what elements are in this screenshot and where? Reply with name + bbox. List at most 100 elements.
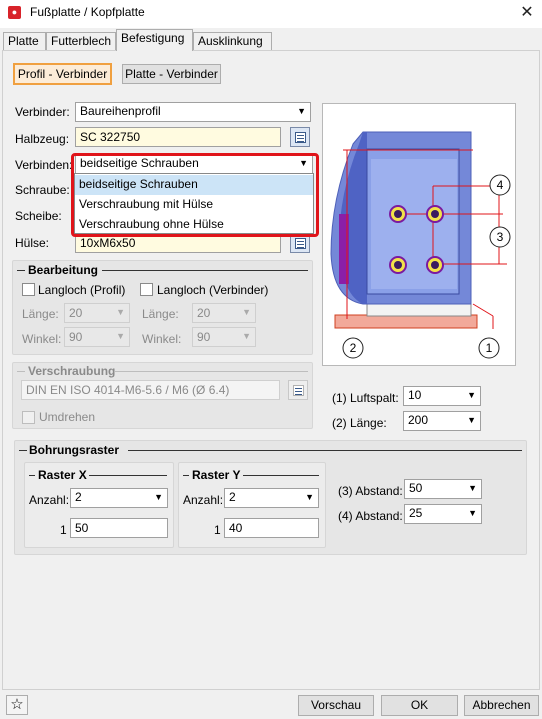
raster-y-anzahl-label: Anzahl:: [183, 493, 224, 507]
luftspalt-select[interactable]: 10 ▼: [403, 386, 481, 406]
bolt-hole-icon: [394, 210, 402, 218]
group-divider: [17, 270, 25, 271]
abstand4-select[interactable]: 25 ▼: [404, 504, 482, 524]
app-icon: ●: [8, 6, 21, 19]
huelse-field[interactable]: 10xM6x50: [75, 233, 281, 253]
bearbeitung-title: Bearbeitung: [28, 263, 99, 277]
chevron-down-icon: ▼: [116, 307, 125, 317]
verbinden-dropdown-list: beidseitige Schrauben Verschraubung mit …: [74, 173, 314, 234]
vorschau-button[interactable]: Vorschau: [298, 695, 374, 716]
raster-y-row-field[interactable]: 40: [224, 518, 319, 538]
chevron-down-icon: ▼: [242, 307, 251, 317]
window-title: Fußplatte / Kopfplatte: [30, 5, 145, 19]
abstand3-select[interactable]: 50 ▼: [404, 479, 482, 499]
base-plate: [334, 314, 478, 329]
raster-x-title: Raster X: [38, 468, 87, 482]
tab-ausklinkung[interactable]: Ausklinkung: [193, 32, 272, 50]
verbinden-select[interactable]: beidseitige Schrauben ▼: [75, 154, 313, 174]
bolt-hole-icon: [431, 210, 439, 218]
profil-verbinder-button[interactable]: Profil - Verbinder: [13, 63, 112, 85]
chevron-down-icon: ▼: [154, 492, 163, 502]
winkel-profil-select[interactable]: 90 ▼: [64, 327, 130, 347]
group-divider: [89, 475, 167, 476]
raster-x-row-index: 1: [60, 523, 67, 537]
tab-platte[interactable]: Platte: [3, 32, 46, 50]
laenge-profil-select[interactable]: 20 ▼: [64, 303, 130, 323]
catalog-icon[interactable]: [288, 380, 308, 400]
tab-futterblech[interactable]: Futterblech: [46, 32, 116, 50]
halbzeug-label: Halbzeug:: [15, 132, 70, 146]
dropdown-option[interactable]: Verschraubung mit Hülse: [75, 195, 313, 215]
abstand3-label: (3) Abstand:: [338, 484, 403, 498]
huelse-label: Hülse:: [15, 236, 50, 250]
winkel-profil-value: 90: [69, 330, 83, 344]
callout-3: 3: [497, 230, 504, 244]
dropdown-option[interactable]: Verschraubung ohne Hülse: [75, 215, 313, 235]
abstand4-value: 25: [409, 506, 423, 520]
favorite-star-icon[interactable]: ☆: [6, 695, 28, 715]
verbinden-label: Verbinden:: [15, 158, 73, 172]
laenge2-select[interactable]: 200 ▼: [403, 411, 481, 431]
chevron-down-icon: ▼: [467, 415, 476, 425]
laenge2-value: 200: [408, 413, 429, 427]
raster-y-title: Raster Y: [192, 468, 241, 482]
halbzeug-field[interactable]: SC 322750: [75, 127, 281, 147]
scheibe-label: Scheibe:: [15, 209, 62, 223]
close-icon[interactable]: ✕: [516, 1, 538, 25]
group-divider: [128, 450, 522, 451]
platte-verbinder-button[interactable]: Platte - Verbinder: [122, 64, 221, 84]
verbinder-select[interactable]: Baureihenprofil ▼: [75, 102, 311, 122]
group-divider: [183, 475, 189, 476]
umdrehen-label: Umdrehen: [39, 410, 96, 424]
verbinden-value: beidseitige Schrauben: [80, 156, 199, 170]
catalog-icon[interactable]: [290, 233, 310, 253]
winkel-verbinder-value: 90: [197, 330, 211, 344]
group-divider: [29, 475, 35, 476]
raster-x-anzahl-select[interactable]: 2 ▼: [70, 488, 168, 508]
laenge2-label: (2) Länge:: [332, 416, 387, 430]
langloch-verbinder-checkbox[interactable]: [140, 283, 153, 296]
chevron-down-icon: ▼: [468, 508, 477, 518]
catalog-icon[interactable]: [290, 127, 310, 147]
connector-face: [371, 159, 457, 289]
tab-befestigung[interactable]: Befestigung: [116, 29, 193, 51]
verschraubung-field[interactable]: DIN EN ISO 4014-M6-5.6 / M6 (Ø 6.4): [21, 380, 280, 400]
raster-x-anzahl-label: Anzahl:: [29, 493, 70, 507]
bolt-hole-icon: [431, 261, 439, 269]
schraube-label: Schraube:: [15, 183, 70, 197]
chevron-down-icon: ▼: [116, 331, 125, 341]
abbrechen-button[interactable]: Abbrechen: [464, 695, 539, 716]
chevron-down-icon: ▼: [299, 158, 308, 168]
raster-y-row-index: 1: [214, 523, 221, 537]
winkel-verbinder-select[interactable]: 90 ▼: [192, 327, 256, 347]
raster-y-anzahl-select[interactable]: 2 ▼: [224, 488, 319, 508]
verschraubung-title: Verschraubung: [28, 364, 116, 378]
preview-panel: 4 3 2 1: [322, 103, 516, 366]
chevron-down-icon: ▼: [305, 492, 314, 502]
langloch-profil-label: Langloch (Profil): [38, 283, 126, 297]
chevron-down-icon: ▼: [467, 390, 476, 400]
raster-x-row-field[interactable]: 50: [70, 518, 168, 538]
langloch-profil-checkbox[interactable]: [22, 283, 35, 296]
spacer-plate: [366, 303, 472, 317]
group-divider: [243, 475, 319, 476]
langloch-verbinder-label: Langloch (Verbinder): [157, 283, 269, 297]
ok-button[interactable]: OK: [381, 695, 458, 716]
laenge-verbinder-label: Länge:: [142, 307, 179, 321]
bohrungsraster-title: Bohrungsraster: [29, 443, 120, 457]
group-divider: [19, 450, 27, 451]
umdrehen-checkbox[interactable]: [22, 411, 35, 424]
luftspalt-label: (1) Luftspalt:: [332, 391, 399, 405]
chevron-down-icon: ▼: [468, 483, 477, 493]
chevron-down-icon: ▼: [242, 331, 251, 341]
callout-4: 4: [497, 178, 504, 192]
chevron-down-icon: ▼: [297, 106, 306, 116]
laenge-profil-label: Länge:: [22, 307, 59, 321]
dropdown-option[interactable]: beidseitige Schrauben: [75, 175, 313, 195]
abstand3-value: 50: [409, 481, 423, 495]
verbinder-value: Baureihenprofil: [80, 104, 161, 118]
laenge-verbinder-select[interactable]: 20 ▼: [192, 303, 256, 323]
winkel-verbinder-label: Winkel:: [142, 332, 182, 346]
laenge-profil-value: 20: [69, 306, 83, 320]
abstand4-label: (4) Abstand:: [338, 509, 403, 523]
